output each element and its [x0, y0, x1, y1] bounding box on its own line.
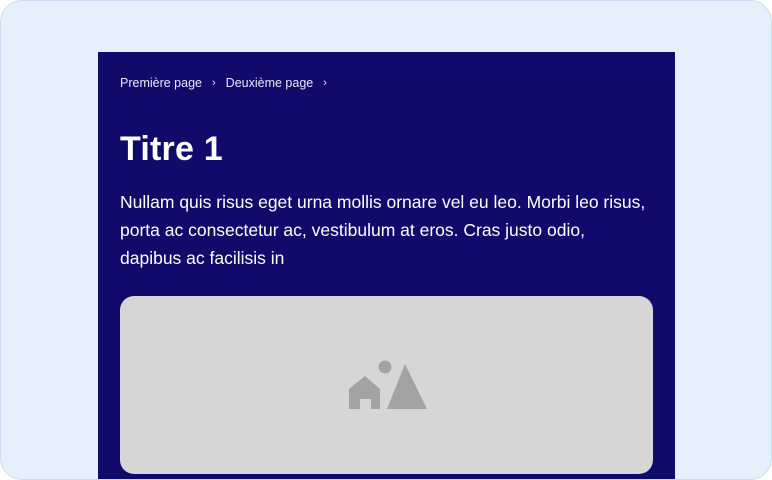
chevron-right-icon: ›: [323, 76, 327, 89]
chevron-right-icon: ›: [212, 76, 216, 89]
image-placeholder-icon: [348, 360, 427, 409]
hero-card: Première page › Deuxième page › Titre 1 …: [98, 52, 675, 479]
page-title: Titre 1: [120, 130, 223, 168]
breadcrumb: Première page › Deuxième page ›: [120, 76, 337, 90]
image-placeholder: [120, 296, 653, 474]
page-frame: Première page › Deuxième page › Titre 1 …: [0, 0, 772, 480]
page-description: Nullam quis risus eget urna mollis ornar…: [120, 192, 646, 268]
breadcrumb-item-premiere-page[interactable]: Première page: [120, 76, 202, 90]
breadcrumb-item-deuxieme-page[interactable]: Deuxième page: [226, 76, 314, 90]
